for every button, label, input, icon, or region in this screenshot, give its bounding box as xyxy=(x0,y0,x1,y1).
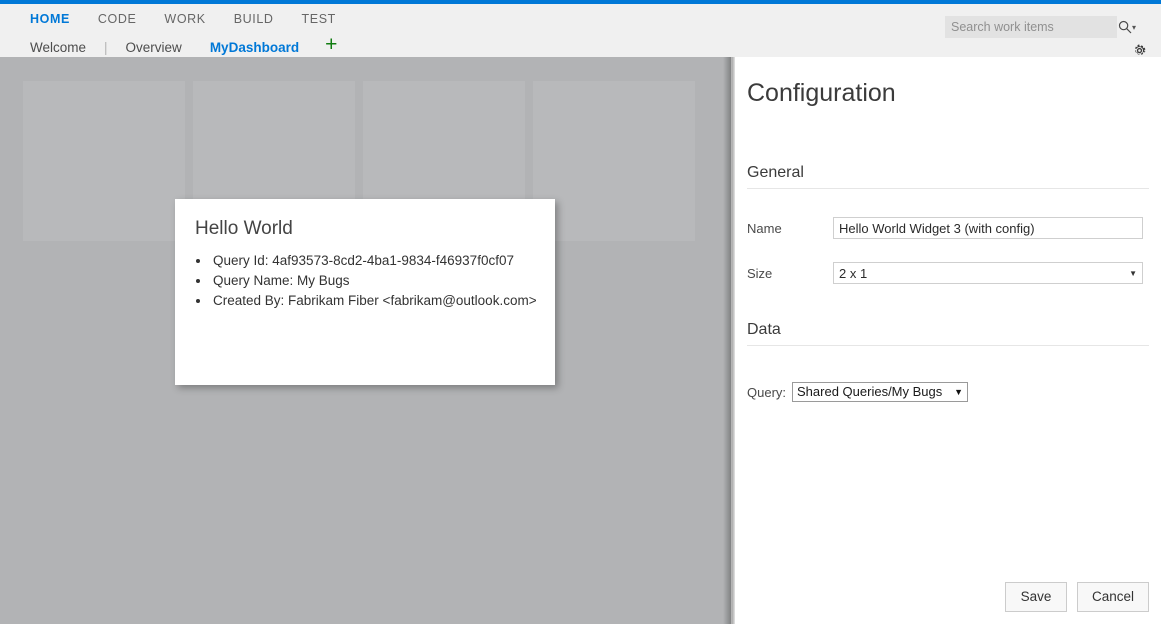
query-select-wrap: Shared Queries/My Bugs ▼ xyxy=(792,382,968,402)
field-row-name: Name xyxy=(747,217,1143,239)
name-label: Name xyxy=(747,221,833,236)
tab-mydashboard[interactable]: MyDashboard xyxy=(196,38,313,57)
list-item: Query Id: 4af93573-8cd2-4ba1-9834-f46937… xyxy=(211,251,555,271)
panel-footer: Save Cancel xyxy=(1005,582,1149,612)
list-item: Created By: Fabrikam Fiber <fabrikam@out… xyxy=(211,291,555,311)
widget-size-select[interactable]: 2 x 1 xyxy=(833,262,1143,284)
nav-item-build[interactable]: BUILD xyxy=(220,11,288,27)
configuration-panel: Configuration General Name Size 2 x 1 ▼ … xyxy=(735,57,1161,624)
save-button[interactable]: Save xyxy=(1005,582,1067,612)
section-heading-data: Data xyxy=(747,321,1149,346)
secondary-nav: Welcome | Overview MyDashboard + xyxy=(16,38,349,57)
nav-item-home[interactable]: HOME xyxy=(16,11,84,27)
add-dashboard-icon[interactable]: + xyxy=(313,35,349,54)
search-input[interactable] xyxy=(945,17,1118,37)
primary-nav: HOME CODE WORK BUILD TEST xyxy=(16,11,350,27)
size-select-wrap: 2 x 1 ▼ xyxy=(833,262,1143,284)
search-dropdown-caret[interactable]: ▾ xyxy=(1132,17,1139,37)
nav-item-work[interactable]: WORK xyxy=(150,11,219,27)
panel-title: Configuration xyxy=(735,57,1161,109)
nav-separator: | xyxy=(100,38,112,57)
cancel-button[interactable]: Cancel xyxy=(1077,582,1149,612)
tab-overview[interactable]: Overview xyxy=(112,38,196,57)
widget-detail-list: Query Id: 4af93573-8cd2-4ba1-9834-f46937… xyxy=(175,251,555,311)
tab-welcome[interactable]: Welcome xyxy=(16,38,100,57)
field-row-size: Size 2 x 1 ▼ xyxy=(747,262,1143,284)
search-icon[interactable] xyxy=(1118,17,1132,37)
app-root: HOME CODE WORK BUILD TEST Welcome | Over… xyxy=(0,0,1161,624)
search-box[interactable]: ▾ xyxy=(945,16,1117,38)
nav-item-test[interactable]: TEST xyxy=(288,11,350,27)
header-bar: HOME CODE WORK BUILD TEST Welcome | Over… xyxy=(0,4,1161,57)
query-label: Query: xyxy=(747,385,786,400)
query-select[interactable]: Shared Queries/My Bugs xyxy=(792,382,968,402)
nav-item-code[interactable]: CODE xyxy=(84,11,151,27)
ghost-tile xyxy=(533,81,695,241)
widget-title: Hello World xyxy=(175,199,555,241)
field-row-query: Query: Shared Queries/My Bugs ▼ xyxy=(747,382,1161,402)
hello-world-widget[interactable]: Hello World Query Id: 4af93573-8cd2-4ba1… xyxy=(175,199,555,385)
size-label: Size xyxy=(747,266,833,281)
list-item: Query Name: My Bugs xyxy=(211,271,555,291)
ghost-tile xyxy=(23,81,185,241)
section-heading-general: General xyxy=(747,164,1149,189)
widget-name-input[interactable] xyxy=(833,217,1143,239)
